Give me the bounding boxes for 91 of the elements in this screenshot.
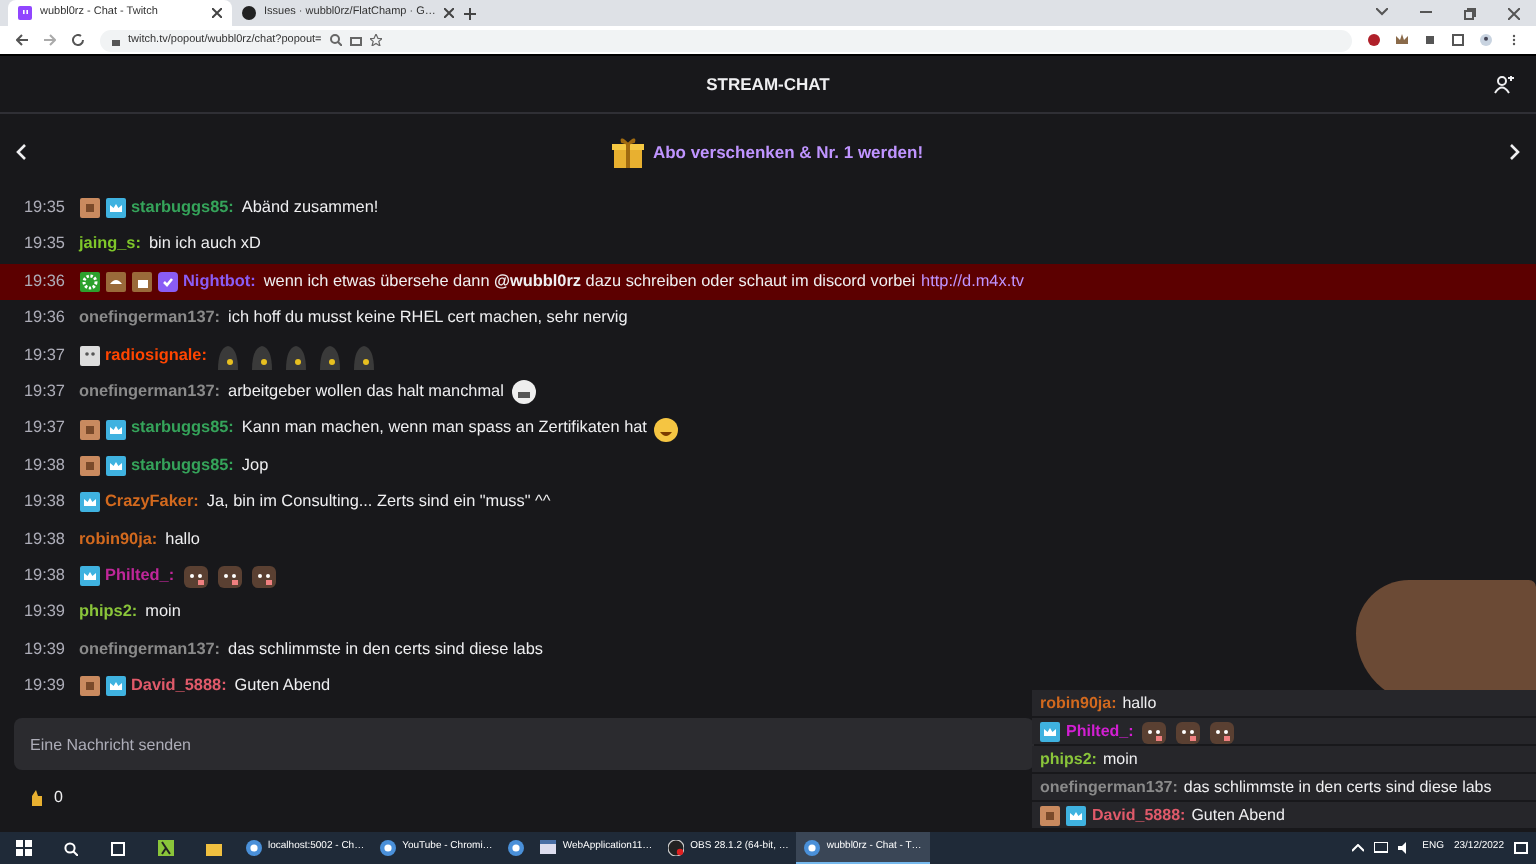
username[interactable]: phips2:: [79, 600, 138, 626]
message-text: Guten Abend: [1191, 803, 1285, 827]
username[interactable]: onefingerman137:: [79, 637, 221, 663]
username: onefingerman137:: [1040, 775, 1178, 799]
gift-icon: [612, 136, 645, 168]
chrome-logo-icon: [508, 840, 525, 856]
lambda-app-icon[interactable]: [158, 840, 174, 856]
message-text: ich hoff du musst keine RHEL cert machen, sehr nervig: [228, 306, 628, 331]
twitch-logo-icon: [18, 6, 32, 20]
message-text: Jop: [241, 453, 269, 478]
message-time: 19:38: [24, 490, 65, 515]
close-icon[interactable]: [443, 8, 454, 18]
message-text: Kann man machen, wenn man spass an Zertifikaten hat: [241, 416, 647, 441]
username[interactable]: Nightbot:: [183, 269, 256, 295]
message-time: 19:37: [24, 343, 65, 368]
search-icon[interactable]: [64, 841, 78, 855]
message-time: 19:38: [24, 453, 65, 478]
username[interactable]: starbuggs85:: [131, 196, 234, 221]
minimize-icon[interactable]: [1420, 7, 1432, 15]
username[interactable]: jaing_s:: [79, 232, 141, 258]
reload-icon[interactable]: [72, 34, 84, 46]
task-view-icon[interactable]: [110, 841, 126, 855]
chrome-logo-icon: [804, 839, 821, 855]
star-icon[interactable]: [369, 34, 382, 46]
chevron-down-icon[interactable]: [1376, 7, 1388, 15]
profile-icon[interactable]: [1480, 34, 1492, 46]
username[interactable]: Philted_:: [105, 563, 175, 589]
username[interactable]: CrazyFaker:: [105, 490, 199, 515]
chrome-logo-icon: [380, 840, 397, 856]
message-text: Abänd zusammen!: [241, 196, 379, 221]
folder-icon[interactable]: [206, 841, 222, 855]
username[interactable]: radiosignale:: [105, 343, 207, 368]
username: robin90ja:: [1040, 691, 1117, 715]
message-text: wenn ich etwas übersehe dann @wubbl0rz dazu schreiben oder schaut im discord vorbei: [263, 269, 916, 294]
points-count: 0: [54, 786, 63, 810]
message-input[interactable]: Eine Nachricht senden: [14, 718, 1034, 770]
username[interactable]: onefingerman137:: [79, 306, 221, 332]
close-icon[interactable]: [1508, 7, 1520, 19]
message-link[interactable]: http://d.m4x.tv: [921, 269, 1024, 295]
obs-logo-icon: [668, 840, 685, 856]
lock-icon: [112, 35, 120, 45]
side-panel-icon[interactable]: [1452, 34, 1464, 46]
message-text: moin: [145, 600, 181, 625]
channel-points-icon[interactable]: [28, 790, 42, 806]
chevron-left-icon[interactable]: [16, 144, 26, 160]
message-time: 19:35: [24, 196, 65, 221]
message-text: Ja, bin im Consulting... Zerts sind ein "muss" ^^: [206, 490, 551, 515]
username: phips2:: [1040, 747, 1097, 771]
username[interactable]: onefingerman137:: [79, 380, 221, 405]
restore-icon[interactable]: [1464, 7, 1476, 19]
username[interactable]: robin90ja:: [79, 527, 158, 552]
chevron-up-icon[interactable]: [1352, 844, 1365, 852]
message-time: 19:37: [24, 380, 65, 404]
app-window-icon: [540, 840, 557, 856]
message-time: 19:38: [24, 527, 65, 552]
users-icon[interactable]: [1494, 75, 1516, 93]
more-icon[interactable]: [1508, 34, 1520, 46]
username: David_5888:: [1092, 803, 1186, 827]
message-text: das schlimmste in den certs sind diese labs: [228, 637, 543, 662]
username: Philted_:: [1066, 719, 1134, 743]
chevron-right-icon[interactable]: [1510, 144, 1520, 160]
banner-text: Abo verschenken & Nr. 1 werden!: [652, 139, 924, 165]
message-time: 19:35: [24, 232, 65, 257]
message-text: hallo: [165, 527, 200, 552]
zoom-icon[interactable]: [329, 34, 342, 46]
message-text: Guten Abend: [234, 674, 331, 699]
message-text: moin: [1102, 747, 1138, 771]
message-text: arbeitgeber wollen das halt manchmal: [228, 380, 504, 404]
windows-logo-icon[interactable]: [16, 840, 32, 856]
message-time: 19:36: [24, 306, 65, 331]
back-arrow-icon[interactable]: [16, 34, 28, 46]
username[interactable]: David_5888:: [131, 674, 227, 699]
crown-extension-icon[interactable]: [1396, 34, 1408, 46]
new-tab-icon[interactable]: [464, 8, 476, 20]
close-icon[interactable]: [212, 8, 222, 18]
chrome-logo-icon: [246, 840, 262, 856]
extension-badge-icon[interactable]: [1368, 34, 1380, 46]
chat-title: STREAM-CHAT: [706, 71, 830, 97]
username[interactable]: starbuggs85:: [131, 453, 234, 479]
notification-icon[interactable]: [1514, 841, 1528, 855]
message-time: 19:36: [24, 269, 65, 294]
github-logo-icon: [242, 6, 256, 20]
username[interactable]: starbuggs85:: [131, 416, 234, 442]
message-text: das schlimmste in den certs sind diese labs: [1183, 775, 1492, 799]
message-time: 19:37: [24, 416, 65, 441]
message-time: 19:39: [24, 637, 65, 662]
message-text: hallo: [1122, 691, 1157, 715]
message-time: 19:39: [24, 600, 65, 625]
message-text: bin ich auch xD: [148, 232, 261, 257]
message-time: 19:38: [24, 563, 65, 588]
message-time: 19:39: [24, 674, 65, 699]
